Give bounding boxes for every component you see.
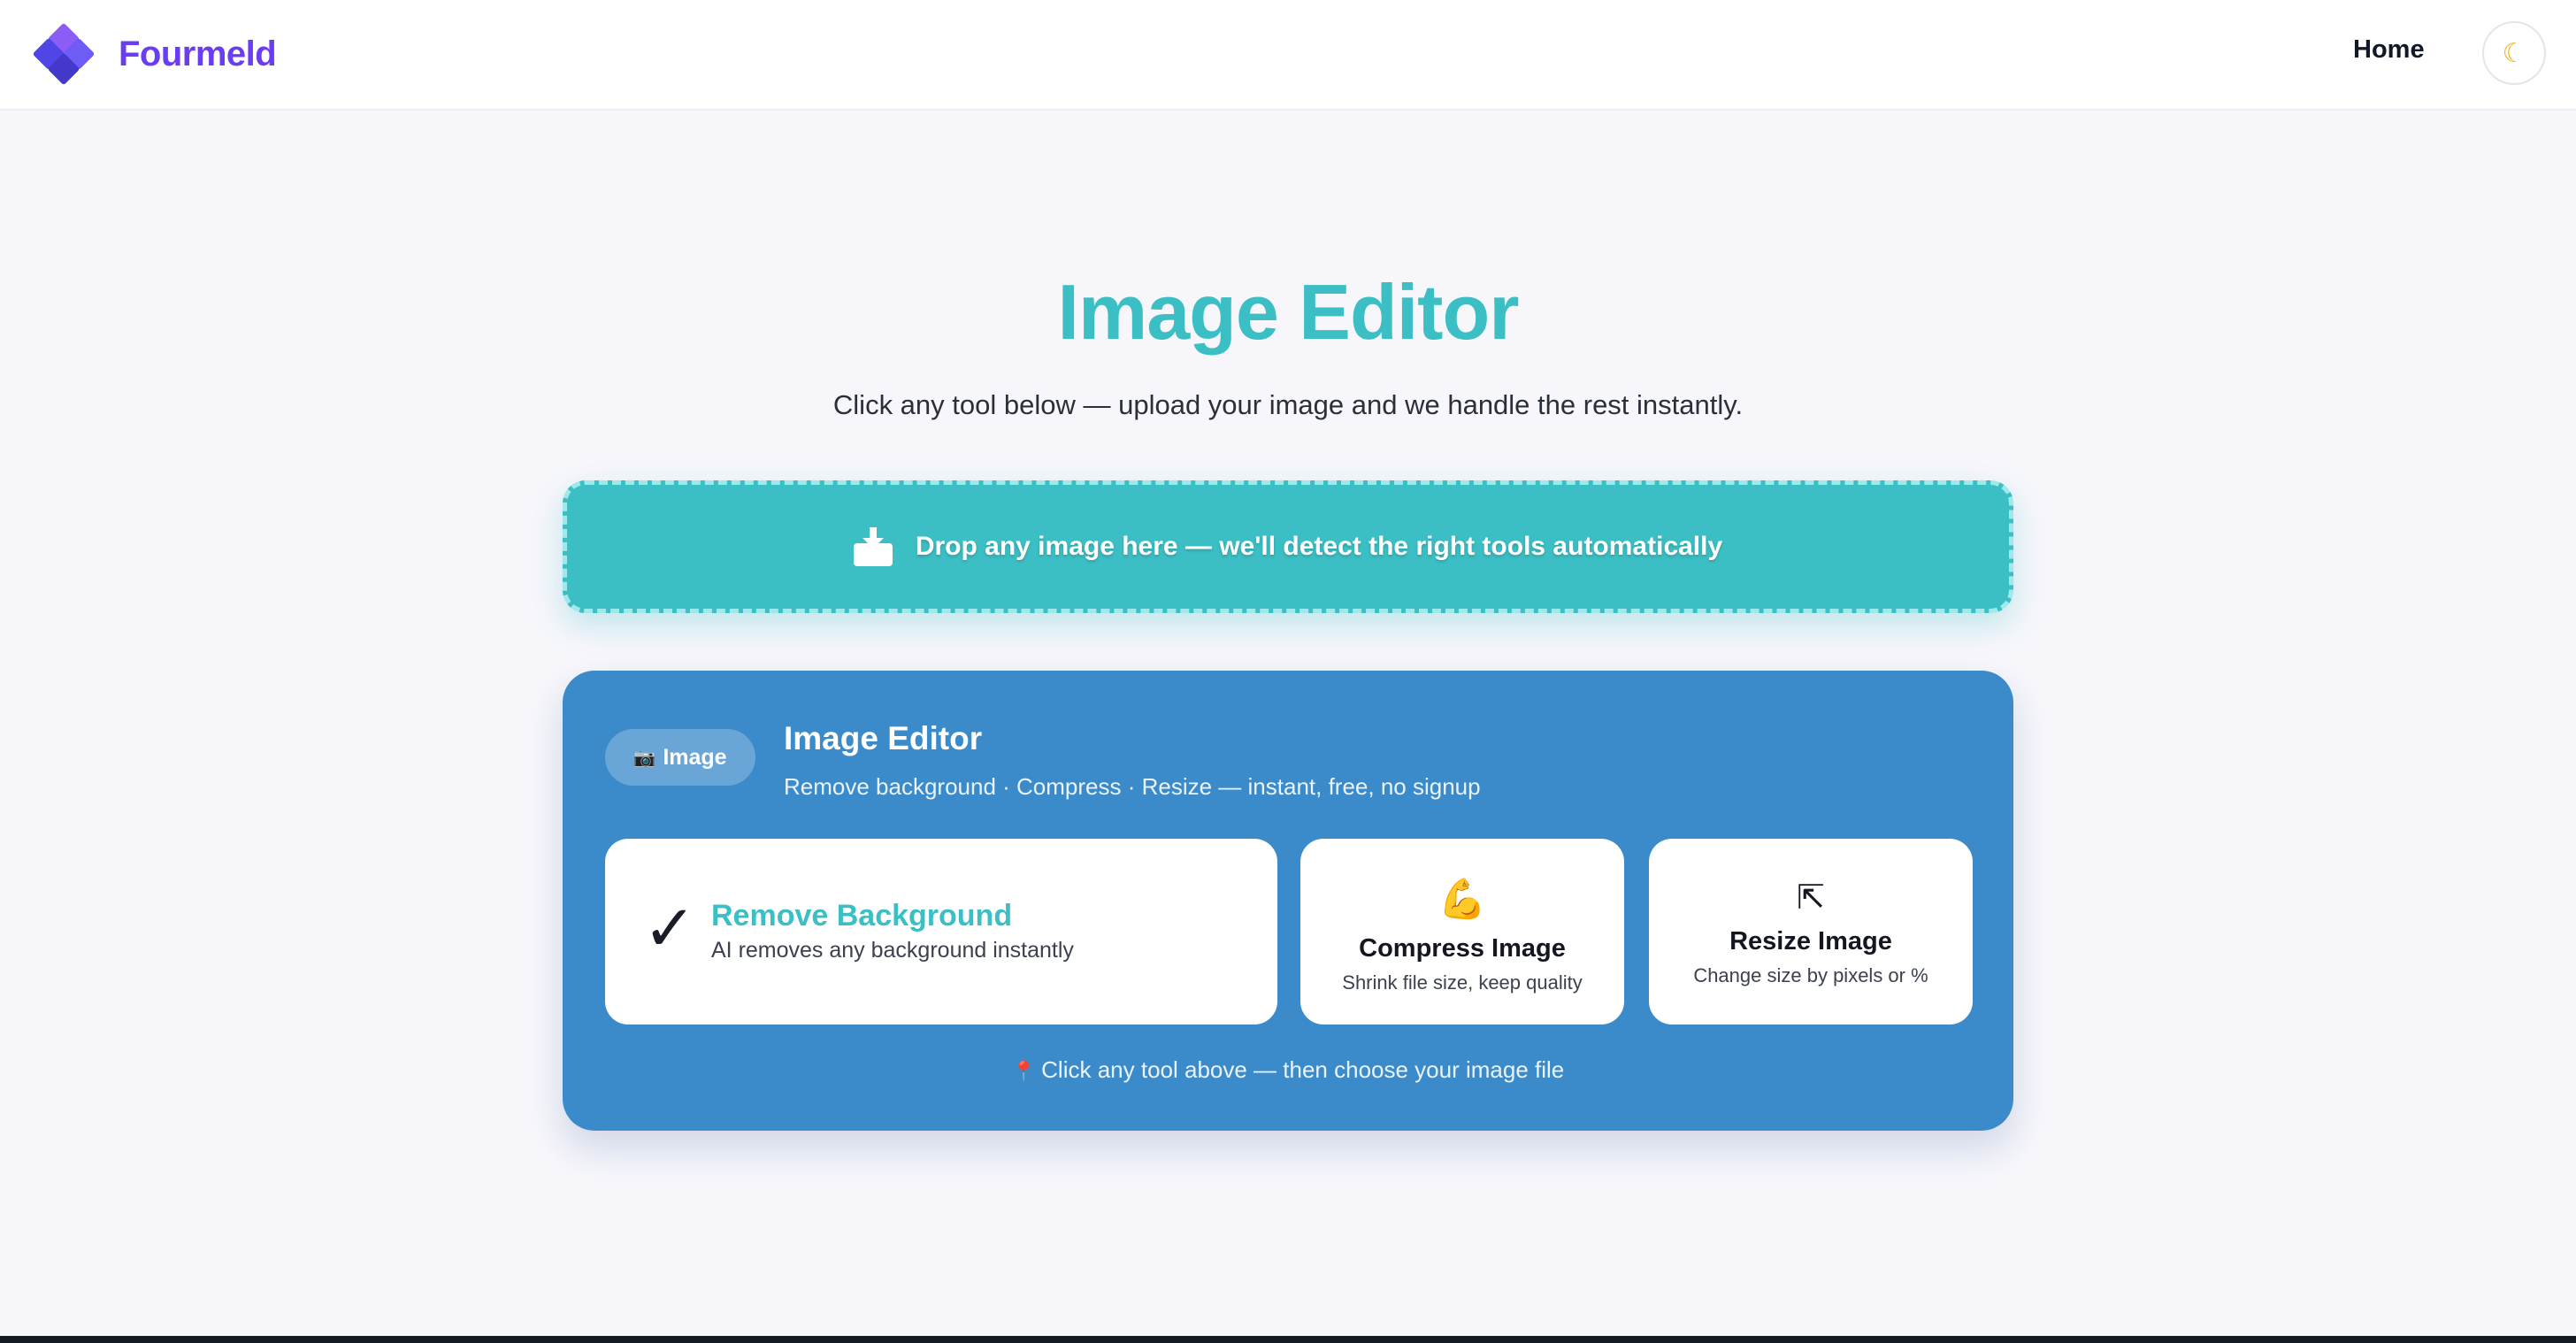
compress-image-tool[interactable]: 💪 Compress Image Shrink file size, keep … [1300, 839, 1624, 1025]
tool-description: AI removes any background instantly [711, 938, 1074, 963]
category-badge: 📷 Image [605, 729, 755, 786]
page-subtitle: Click any tool below — upload your image… [832, 389, 1744, 420]
inbox-tray-icon [853, 527, 893, 566]
dropzone-label: Drop any image here — we'll detect the r… [915, 532, 1723, 561]
camera-icon: 📷 [633, 748, 656, 768]
remove-background-tool[interactable]: ✓ Remove Background AI removes any backg… [605, 839, 1277, 1025]
category-badge-label: Image [663, 744, 727, 770]
editor-card-hint: 📍 Click any tool above — then choose your… [563, 1056, 2013, 1084]
flexed-biceps-icon: 💪 [1438, 878, 1487, 921]
top-navbar: Fourmeld Home ☾ [0, 0, 2576, 111]
tool-description: Shrink file size, keep quality [1342, 971, 1583, 994]
image-editor-card: 📷 Image Image Editor Remove background ·… [563, 671, 2013, 1131]
pin-icon: 📍 [1011, 1060, 1037, 1082]
tool-title: Compress Image [1359, 934, 1566, 963]
editor-card-subtitle: Remove background · Compress · Resize — … [784, 773, 1481, 800]
editor-card-title: Image Editor [784, 720, 983, 756]
tool-title: Resize Image [1729, 927, 1892, 955]
check-mark-icon: ✓ [642, 894, 697, 964]
moon-icon: ☾ [2502, 38, 2526, 68]
tool-title: Remove Background [711, 899, 1013, 932]
brand-name: Fourmeld [119, 34, 277, 73]
resize-image-tool[interactable]: ⇱ Resize Image Change size by pixels or … [1649, 839, 1973, 1025]
theme-toggle-button[interactable]: ☾ [2482, 21, 2546, 85]
page-title: Image Editor [1057, 268, 1520, 356]
footer-edge [0, 1336, 2576, 1343]
nav-home-link[interactable]: Home [2353, 35, 2425, 65]
image-dropzone[interactable]: Drop any image here — we'll detect the r… [563, 480, 2013, 613]
tool-description: Change size by pixels or % [1693, 964, 1928, 986]
brand-link[interactable]: Fourmeld [32, 22, 277, 86]
resize-arrow-icon: ⇱ [1797, 879, 1825, 917]
logo-icon [32, 22, 96, 86]
hint-text: Click any tool above — then choose your … [1041, 1056, 1565, 1083]
